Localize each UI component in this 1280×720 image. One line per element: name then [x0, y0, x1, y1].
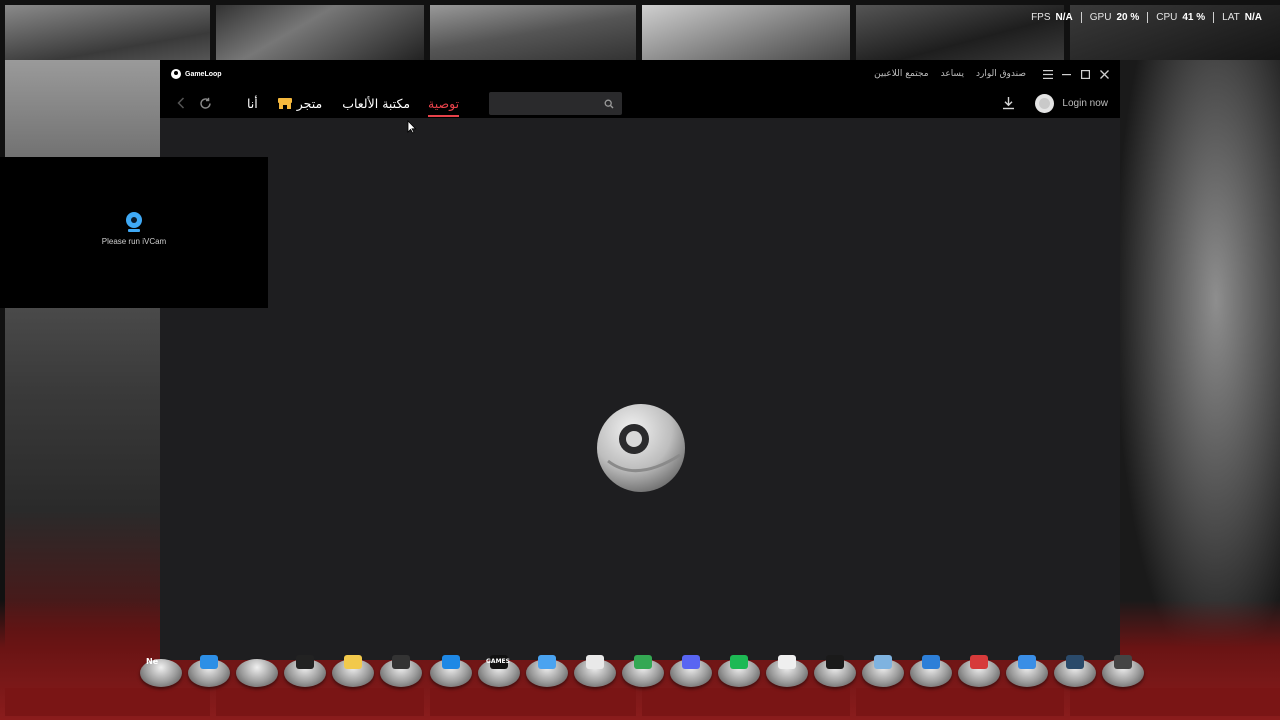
search-box[interactable] — [489, 92, 622, 115]
close-button[interactable] — [1095, 60, 1114, 88]
minimize-icon — [1062, 73, 1071, 75]
loading-spinner-icon — [597, 404, 685, 492]
refresh-button[interactable] — [196, 94, 214, 112]
lat-label: LAT — [1222, 12, 1240, 23]
dock-app-icon[interactable] — [284, 655, 326, 687]
tab-me[interactable]: أنا — [247, 88, 258, 118]
tab-game-library-label: مكتبة الألعاب — [342, 95, 411, 111]
performance-overlay: FPS N/A GPU 20 % CPU 41 % LAT N/A — [1023, 12, 1270, 23]
dock-news-icon[interactable]: Ne — [140, 657, 182, 687]
dock-app-icon[interactable] — [862, 655, 904, 687]
store-icon — [277, 97, 292, 109]
avatar[interactable] — [1035, 93, 1055, 113]
search-icon[interactable] — [601, 96, 617, 112]
dock-discord-icon[interactable] — [670, 655, 712, 687]
dock-edge-icon[interactable] — [430, 655, 472, 687]
wallpaper-tile — [216, 5, 424, 60]
desktop-dock: Ne GAMES — [140, 653, 1150, 693]
wallpaper-tile — [642, 5, 850, 60]
dock-weather-icon[interactable] — [332, 655, 374, 687]
inbox-link[interactable]: صندوق الوارد — [976, 69, 1026, 79]
refresh-icon — [199, 97, 211, 109]
ivcam-message: Please run iVCam — [101, 236, 167, 246]
dock-app-icon[interactable] — [766, 655, 808, 687]
dock-spotify-icon[interactable] — [718, 655, 760, 687]
dock-twitter-icon[interactable] — [526, 655, 568, 687]
mouse-cursor-icon — [407, 120, 417, 134]
cpu-label: CPU — [1156, 12, 1178, 23]
account-area: Login now — [999, 88, 1108, 118]
gpu-label: GPU — [1089, 12, 1112, 23]
tab-store[interactable]: متجر — [277, 88, 323, 118]
webcam-base-icon — [128, 228, 140, 232]
hamburger-icon — [1042, 69, 1053, 79]
fps-value: N/A — [1055, 12, 1073, 23]
search-input[interactable] — [489, 98, 601, 109]
dock-news-label: Ne — [146, 657, 159, 666]
lat-value: N/A — [1244, 12, 1262, 23]
tab-store-label: متجر — [296, 95, 323, 111]
dock-app-icon[interactable] — [380, 655, 422, 687]
content-area — [160, 118, 1120, 660]
dock-chrome-icon[interactable] — [622, 655, 664, 687]
main-tabs: توصية مكتبة الألعاب متجر أنا — [247, 88, 460, 118]
dock-cloud-icon[interactable] — [1006, 655, 1048, 687]
download-button[interactable] — [999, 94, 1017, 112]
dock-app-icon[interactable] — [236, 659, 278, 687]
gpu-value: 20 % — [1116, 12, 1140, 23]
wallpaper-portrait-left — [5, 60, 160, 660]
chevron-left-icon — [177, 97, 185, 109]
maximize-button[interactable] — [1076, 60, 1095, 88]
tab-me-label: أنا — [247, 95, 258, 111]
webcam-icon — [126, 211, 142, 228]
login-link[interactable]: Login now — [1062, 98, 1108, 109]
dock-games-icon[interactable]: GAMES — [478, 655, 520, 687]
ivcam-preview[interactable]: Please run iVCam — [0, 157, 268, 308]
brand-name: GameLoop — [185, 70, 222, 78]
cpu-stat: CPU 41 % — [1147, 12, 1213, 23]
maximize-icon — [1081, 69, 1090, 79]
title-links: صندوق الوارد يساعد مجتمع اللاعبين — [874, 60, 1026, 88]
dock-camera-icon[interactable] — [1102, 655, 1144, 687]
gameloop-window: GameLoop صندوق الوارد يساعد مجتمع اللاعب… — [160, 60, 1120, 660]
dock-popcorn-icon[interactable] — [958, 655, 1000, 687]
dock-games-label: GAMES — [486, 658, 510, 665]
brand: GameLoop — [171, 69, 222, 79]
title-bar[interactable]: GameLoop صندوق الوارد يساعد مجتمع اللاعب… — [160, 60, 1120, 88]
cpu-value: 41 % — [1182, 12, 1206, 23]
back-button[interactable] — [172, 94, 190, 112]
dock-app-icon[interactable] — [814, 655, 856, 687]
tab-game-library[interactable]: مكتبة الألعاب — [342, 88, 410, 118]
gameloop-logo-icon — [171, 69, 181, 79]
gamer-community-link[interactable]: مجتمع اللاعبين — [874, 69, 928, 79]
menu-button[interactable] — [1038, 60, 1057, 88]
fps-label: FPS — [1031, 12, 1051, 23]
window-controls — [1038, 60, 1114, 88]
wallpaper-tile — [5, 5, 210, 60]
tab-recommend-label: توصية — [428, 95, 460, 111]
close-icon — [1100, 69, 1109, 79]
dock-app-icon[interactable] — [574, 655, 616, 687]
help-link[interactable]: يساعد — [941, 69, 964, 79]
wallpaper-portrait-right — [1120, 60, 1280, 660]
tab-recommend[interactable]: توصية — [428, 88, 460, 118]
fps-stat: FPS N/A — [1023, 12, 1081, 23]
gpu-stat: GPU 20 % — [1080, 12, 1147, 23]
download-icon — [1002, 97, 1014, 110]
lat-stat: LAT N/A — [1213, 12, 1270, 23]
dock-app-icon[interactable] — [910, 655, 952, 687]
minimize-button[interactable] — [1057, 60, 1076, 88]
dock-steam-icon[interactable] — [1054, 655, 1096, 687]
wallpaper-tile — [430, 5, 636, 60]
dock-windows-icon[interactable] — [188, 655, 230, 687]
nav-bar: توصية مكتبة الألعاب متجر أنا Login now — [160, 88, 1120, 118]
